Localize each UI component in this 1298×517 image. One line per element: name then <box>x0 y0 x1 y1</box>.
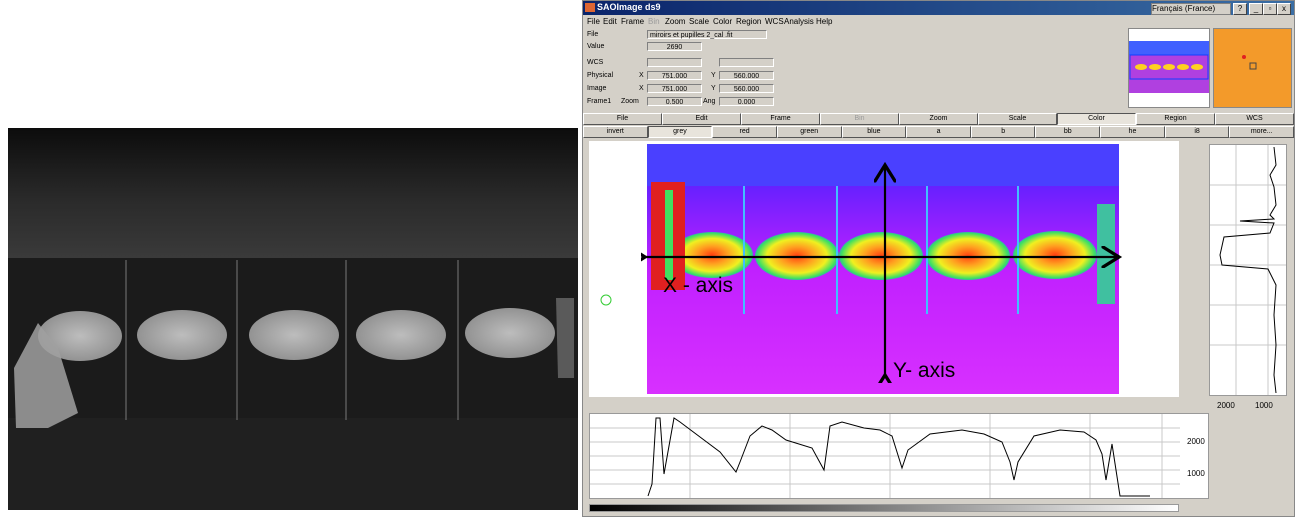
menu-help[interactable]: Help <box>816 17 832 26</box>
colormap-he[interactable]: he <box>1100 126 1165 138</box>
info-panel: File miroirs et pupilles 2_cal .fit Valu… <box>583 28 1294 110</box>
wcs-label: WCS <box>587 59 604 66</box>
window-title: SAOImage ds9 <box>597 2 661 12</box>
ds9-window: SAOImage ds9 Français (France) ? _ ▫ x F… <box>582 0 1295 517</box>
colormap-green[interactable]: green <box>776 126 842 138</box>
physical-label: Physical <box>587 72 614 79</box>
menu-color[interactable]: Color <box>713 17 732 26</box>
app-icon <box>585 3 595 12</box>
value-label: Value <box>587 43 605 50</box>
file-field: miroirs et pupilles 2_cal .fit <box>647 30 767 39</box>
buttonbar-color[interactable]: Color <box>1057 113 1136 125</box>
image-y-label: Y <box>711 85 716 92</box>
menu-bin[interactable]: Bin <box>648 17 660 26</box>
colormap-grey[interactable]: grey <box>647 126 713 138</box>
vertical-graph <box>1209 144 1287 396</box>
horizontal-graph-plot <box>590 414 1180 498</box>
horizontal-graph-tick-2000: 2000 <box>1187 437 1205 446</box>
horizontal-graph <box>589 413 1209 499</box>
wcs-field-2 <box>719 58 774 67</box>
buttonbar-zoom[interactable]: Zoom <box>899 113 978 125</box>
menu-scale[interactable]: Scale <box>689 17 709 26</box>
help-icon[interactable]: ? <box>1233 3 1247 15</box>
menu-bar: File Edit Frame Bin Zoom Scale Color Reg… <box>583 15 1294 27</box>
vertical-graph-plot <box>1210 145 1286 395</box>
file-label: File <box>587 31 599 38</box>
language-indicator[interactable]: Français (France) <box>1151 3 1231 15</box>
menu-wcs[interactable]: WCS <box>765 17 784 26</box>
physical-y-label: Y <box>711 72 716 79</box>
menu-zoom[interactable]: Zoom <box>665 17 685 26</box>
ang-label: Ang <box>703 98 716 105</box>
maximize-button[interactable]: ▫ <box>1263 3 1277 15</box>
image-label: Image <box>587 85 607 92</box>
magnifier-render <box>1214 29 1291 107</box>
colormap-b[interactable]: b <box>970 126 1036 138</box>
physical-y-field: 560.000 <box>719 71 774 80</box>
buttonbar-bin[interactable]: Bin <box>820 113 899 125</box>
menu-file[interactable]: File <box>587 17 600 26</box>
menu-edit[interactable]: Edit <box>603 17 617 26</box>
colormap-i8[interactable]: i8 <box>1164 126 1230 138</box>
frame-label: Frame1 <box>587 98 612 105</box>
image-y-field: 560.000 <box>719 84 774 93</box>
colormap-invert[interactable]: invert <box>583 126 648 138</box>
buttonbar-wcs[interactable]: WCS <box>1215 113 1294 125</box>
panner-thumbnail <box>1129 41 1209 93</box>
zoom-label: Zoom <box>621 98 639 105</box>
physical-x-field: 751.000 <box>647 71 702 80</box>
image-x-field: 751.000 <box>647 84 702 93</box>
axis-arrows <box>641 161 1125 383</box>
panner-view[interactable] <box>1128 28 1210 108</box>
menu-frame[interactable]: Frame <box>621 17 644 26</box>
menu-region[interactable]: Region <box>736 17 761 26</box>
colormap-red[interactable]: red <box>712 126 777 138</box>
colormap-more[interactable]: more... <box>1229 126 1294 138</box>
colormap-a[interactable]: a <box>906 126 971 138</box>
region-circle[interactable] <box>599 293 613 307</box>
y-axis-label: Y- axis <box>893 359 956 382</box>
buttonbar-file[interactable]: File <box>583 113 662 125</box>
vertical-graph-tick-2000: 2000 <box>1217 401 1235 410</box>
minimize-button[interactable]: _ <box>1249 3 1263 15</box>
buttonbar-edit[interactable]: Edit <box>662 113 741 125</box>
menu-analysis[interactable]: Analysis <box>784 17 814 26</box>
grayscale-photo <box>8 128 578 510</box>
value-field: 2690 <box>647 42 702 51</box>
ang-field: 0.000 <box>719 97 774 106</box>
button-bar-color: invert grey red green blue a b bb he i8 … <box>583 126 1294 138</box>
buttonbar-frame[interactable]: Frame <box>741 113 820 125</box>
colormap-blue[interactable]: blue <box>841 126 907 138</box>
zoom-field: 0.500 <box>647 97 702 106</box>
magnifier-view <box>1213 28 1292 108</box>
title-bar[interactable]: SAOImage ds9 Français (France) ? _ ▫ x <box>583 1 1294 15</box>
x-axis-label: X - axis <box>663 274 734 297</box>
wcs-field-1 <box>647 58 702 67</box>
image-x-label: X <box>639 85 644 92</box>
buttonbar-region[interactable]: Region <box>1136 113 1215 125</box>
horizontal-graph-tick-1000: 1000 <box>1187 469 1205 478</box>
colorbar[interactable] <box>589 504 1179 512</box>
vertical-graph-tick-1000: 1000 <box>1255 401 1273 410</box>
colormap-bb[interactable]: bb <box>1035 126 1101 138</box>
grayscale-photo-render <box>8 128 578 510</box>
physical-x-label: X <box>639 72 644 79</box>
buttonbar-scale[interactable]: Scale <box>978 113 1057 125</box>
button-bar-main: File Edit Frame Bin Zoom Scale Color Reg… <box>583 113 1294 125</box>
close-button[interactable]: x <box>1277 3 1291 15</box>
